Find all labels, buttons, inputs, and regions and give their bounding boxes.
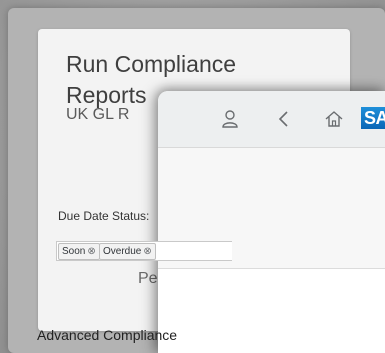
- sap-logo[interactable]: SA: [361, 107, 385, 129]
- shell-bar: SA: [158, 91, 385, 148]
- due-date-status-label: Due Date Status:: [58, 209, 150, 223]
- remove-token-icon[interactable]: ⊗: [143, 244, 151, 259]
- token-soon[interactable]: Soon ⊗: [58, 243, 100, 260]
- tile-subtitle: UK GL R: [66, 106, 130, 123]
- remove-token-icon[interactable]: ⊗: [87, 244, 95, 259]
- token-label: Overdue: [103, 246, 142, 257]
- token-label: Soon: [62, 246, 86, 257]
- home-icon[interactable]: [324, 109, 344, 129]
- tile-footer: Pe: [138, 270, 158, 287]
- due-date-status-field[interactable]: Soon ⊗ Overdue ⊗: [56, 241, 232, 261]
- back-icon[interactable]: [274, 109, 294, 129]
- app-window: SA: [158, 91, 385, 353]
- section-title: Advanced Compliance: [37, 327, 178, 343]
- user-icon[interactable]: [220, 109, 240, 129]
- token-overdue[interactable]: Overdue ⊗: [99, 243, 156, 260]
